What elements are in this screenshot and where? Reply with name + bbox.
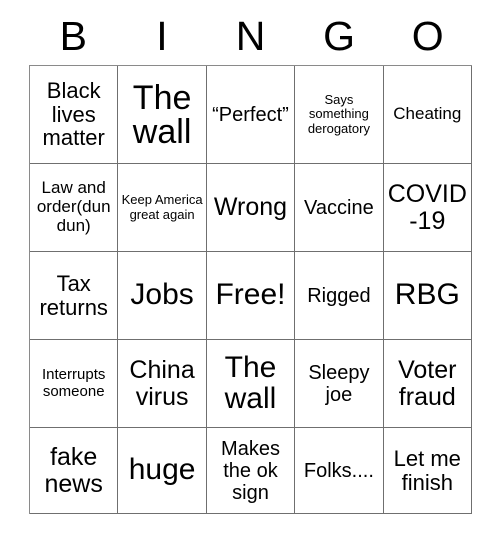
bingo-grid: Black lives matter The wall “Perfect” Sa… [29,65,472,514]
header-letter-g: G [323,13,356,59]
bingo-cell-label: Black lives matter [42,77,105,151]
bingo-cell-label: Law and order(dun dun) [36,178,111,235]
bingo-cell-label: “Perfect” [212,103,289,126]
bingo-cell-label: Makes the ok sign [221,437,280,504]
bingo-cell[interactable]: Black lives matter [30,66,119,164]
bingo-cell-label: Free! [215,278,286,312]
bingo-cell[interactable]: Tax returns [30,252,119,340]
header-letter-o: O [411,13,444,59]
bingo-cell-label: Rigged [307,284,371,307]
bingo-header-row: B I N G O [29,8,472,65]
bingo-cell-label: Wrong [213,193,288,222]
bingo-cell-label: The wall [132,78,192,151]
bingo-cell[interactable]: Let me finish [383,428,472,514]
bingo-cell[interactable]: Jobs [118,252,207,340]
bingo-cell[interactable]: Makes the ok sign [206,428,296,514]
bingo-cell-label: Sleepy joe [308,361,370,406]
bingo-cell[interactable]: Wrong [206,164,296,252]
bingo-cell[interactable]: Keep America great again [118,164,207,252]
header-letter-n: N [235,13,266,59]
bingo-cell[interactable]: Rigged [295,252,384,340]
bingo-cell-label: Keep America great again [121,191,203,222]
bingo-cell[interactable]: China virus [118,340,207,428]
bingo-cell[interactable]: The wall [206,340,296,428]
bingo-cell-label: The wall [224,350,277,415]
bingo-cell[interactable]: Law and order(dun dun) [30,164,119,252]
bingo-cell-label: Folks.... [303,459,374,482]
bingo-cell[interactable]: fake news [30,428,119,514]
bingo-cell[interactable]: Cheating [383,66,472,164]
bingo-cell-label: China virus [129,356,195,411]
bingo-cell-label: Voter fraud [398,356,457,411]
bingo-cell[interactable]: Interrupts someone [30,340,119,428]
bingo-card: B I N G O Black lives matter The wall “P… [29,8,472,514]
bingo-cell[interactable]: Sleepy joe [295,340,384,428]
bingo-cell-label: fake news [44,443,103,498]
header-letter-b: B [59,13,87,59]
bingo-cell[interactable]: COVID-19 [383,164,472,252]
bingo-cell-label: Let me finish [393,445,461,495]
bingo-cell-label: Vaccine [304,196,374,219]
bingo-cell[interactable]: The wall [118,66,207,164]
bingo-cell-label: Tax returns [39,270,108,320]
bingo-cell-label: COVID-19 [387,180,467,235]
header-letter-i: I [156,13,168,59]
bingo-cell-label: Says something derogatory [307,91,370,136]
bingo-cell-label: Interrupts someone [42,365,106,400]
bingo-cell-label: Jobs [130,278,194,312]
bingo-cell[interactable]: “Perfect” [206,66,296,164]
bingo-cell[interactable]: Voter fraud [383,340,472,428]
bingo-cell-label: Cheating [393,104,462,124]
bingo-cell[interactable]: Vaccine [295,164,384,252]
bingo-cell[interactable]: Says something derogatory [295,66,384,164]
bingo-cell[interactable]: RBG [383,252,472,340]
bingo-cell[interactable]: Free! [206,252,296,340]
bingo-cell-label: RBG [394,278,460,312]
bingo-cell-label: huge [128,453,196,487]
bingo-cell[interactable]: Folks.... [295,428,384,514]
bingo-cell[interactable]: huge [118,428,207,514]
